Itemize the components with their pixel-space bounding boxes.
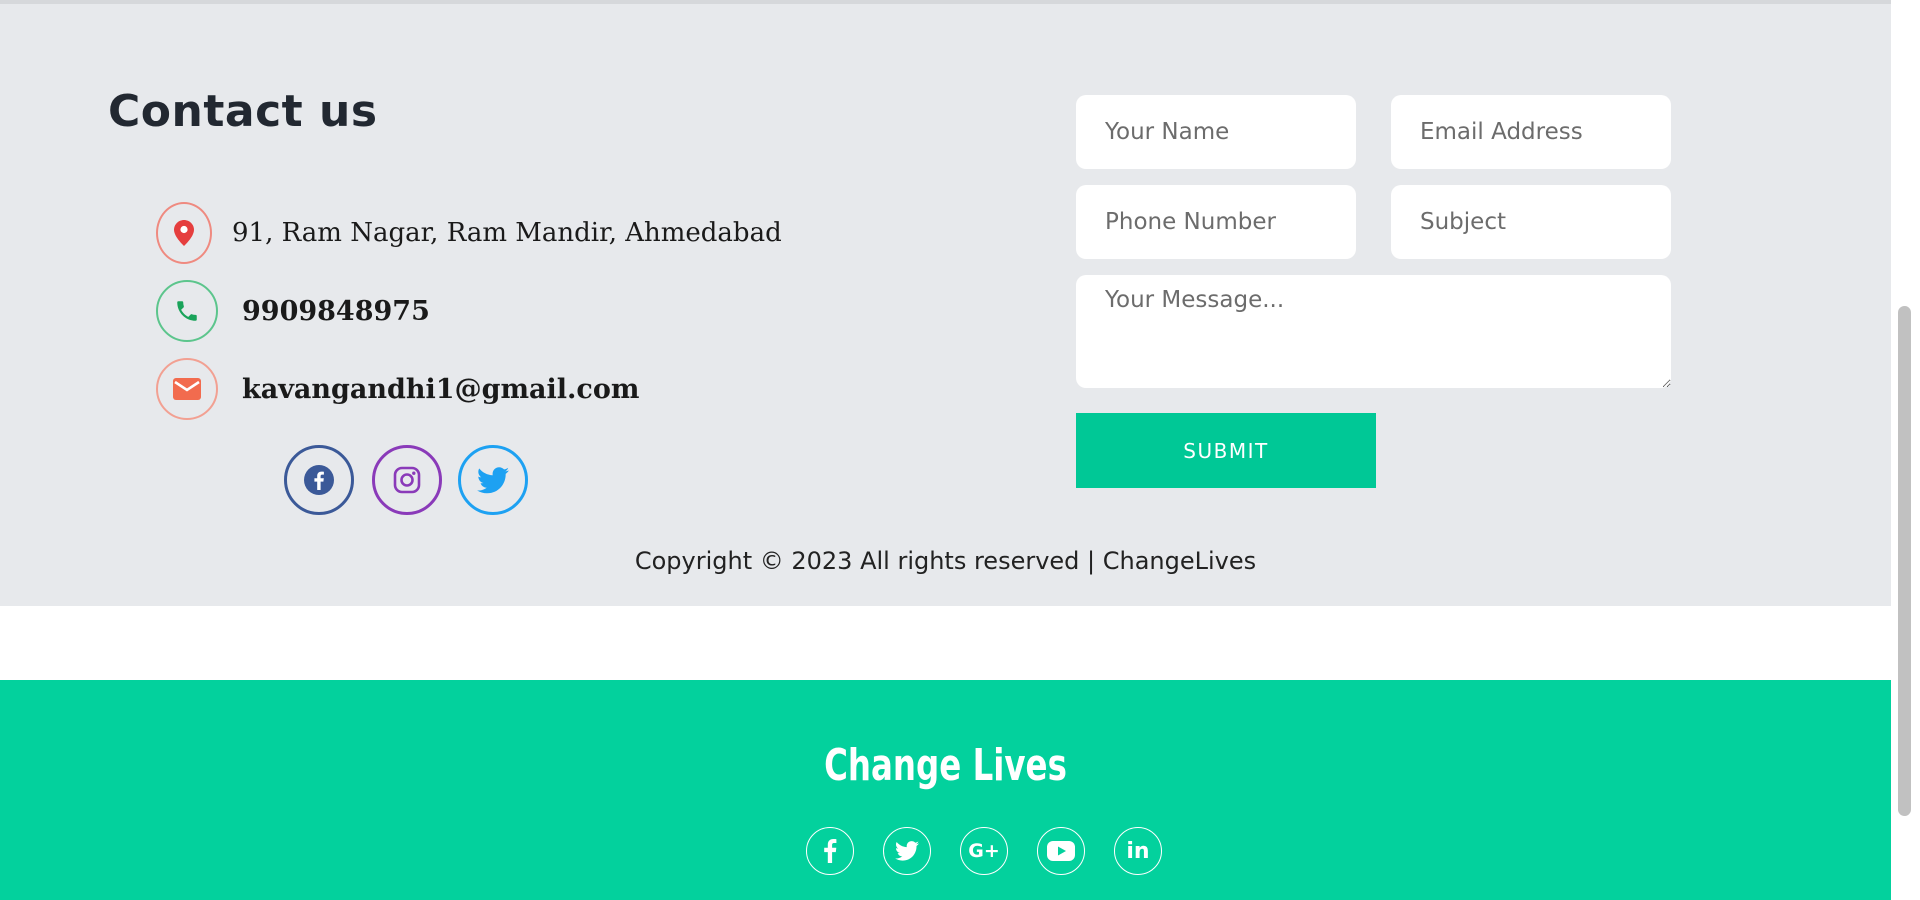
- address-row: 91, Ram Nagar, Ram Mandir, Ahmedabad: [156, 202, 782, 264]
- address-text: 91, Ram Nagar, Ram Mandir, Ahmedabad: [232, 218, 782, 248]
- scrollbar-thumb[interactable]: [1898, 306, 1911, 816]
- contact-heading: Contact us: [108, 86, 378, 137]
- phone-icon: [156, 280, 218, 342]
- email-row: kavangandhi1@gmail.com: [156, 358, 639, 420]
- footer-facebook-icon[interactable]: [806, 827, 854, 875]
- message-textarea[interactable]: [1076, 275, 1671, 388]
- copyright-text: Copyright © 2023 All rights reserved | C…: [634, 547, 1257, 575]
- footer-youtube-icon[interactable]: [1037, 827, 1085, 875]
- instagram-icon[interactable]: [372, 445, 442, 515]
- email-address-input[interactable]: [1391, 95, 1671, 169]
- footer-brand: Change Lives: [824, 740, 1067, 791]
- phone-link[interactable]: 9909848975: [242, 296, 430, 327]
- footer-twitter-icon[interactable]: [883, 827, 931, 875]
- google-plus-glyph: G+: [968, 840, 1000, 862]
- name-input[interactable]: [1076, 95, 1356, 169]
- phone-row: 9909848975: [156, 280, 430, 342]
- footer-google-plus-icon[interactable]: G+: [960, 827, 1008, 875]
- map-pin-icon: [156, 202, 212, 264]
- footer-linkedin-icon[interactable]: in: [1114, 827, 1162, 875]
- facebook-icon[interactable]: [284, 445, 354, 515]
- email-link[interactable]: kavangandhi1@gmail.com: [242, 374, 639, 405]
- envelope-icon: [156, 358, 218, 420]
- linkedin-glyph: in: [1126, 838, 1150, 864]
- subject-input[interactable]: [1391, 185, 1671, 259]
- twitter-icon[interactable]: [458, 445, 528, 515]
- phone-number-input[interactable]: [1076, 185, 1356, 259]
- submit-button[interactable]: SUBMIT: [1076, 413, 1376, 488]
